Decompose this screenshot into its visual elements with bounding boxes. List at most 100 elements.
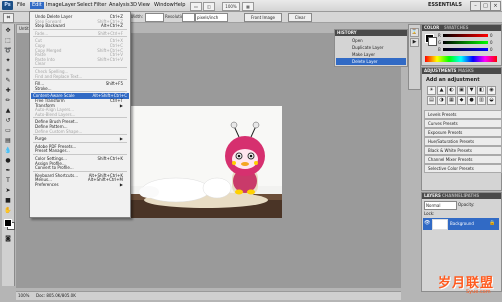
close-icon[interactable]: × xyxy=(490,1,501,11)
menu-view[interactable]: View xyxy=(138,2,150,9)
history-item[interactable]: Open xyxy=(336,37,406,43)
width-input[interactable] xyxy=(145,13,164,22)
adjustment-type-icon[interactable]: ▤ xyxy=(427,96,436,105)
adjustment-type-icon[interactable]: ▼ xyxy=(467,86,476,95)
adjustment-type-icon[interactable]: ◆ xyxy=(457,96,466,105)
eyedropper-tool-icon[interactable]: ✎ xyxy=(3,76,13,85)
adjustment-preset-item[interactable]: Levels Presets xyxy=(424,110,502,119)
menu-separator xyxy=(33,91,127,93)
masks-tab[interactable]: MASKS xyxy=(458,68,474,74)
menu-filter[interactable]: Filter xyxy=(94,2,106,9)
gradient-tool-icon[interactable]: ▤ xyxy=(3,136,13,145)
marquee-tool-icon[interactable]: ⬚ xyxy=(3,36,13,45)
blur-tool-icon[interactable]: 💧 xyxy=(3,146,13,155)
panel-dock-icons: ⌛ ▶ xyxy=(408,24,421,90)
adjustment-type-icon[interactable]: ◐ xyxy=(447,86,456,95)
screen-mode-button[interactable]: ▦ xyxy=(242,2,254,11)
lasso-tool-icon[interactable]: ➰ xyxy=(3,46,13,55)
magic-wand-tool-icon[interactable]: ✦ xyxy=(3,56,13,65)
menu-layer[interactable]: Layer xyxy=(62,2,76,9)
adjustment-preset-item[interactable]: Black & White Presets xyxy=(424,146,502,155)
move-tool-icon[interactable]: ✥ xyxy=(3,26,13,35)
layers-tab[interactable]: LAYERS xyxy=(424,193,441,199)
adjustment-type-icon[interactable]: ◑ xyxy=(437,96,446,105)
adjustments-tab[interactable]: ADJUSTMENTS xyxy=(424,68,456,74)
paths-tab[interactable]: PATHS xyxy=(465,193,479,199)
history-item[interactable]: Duplicate Layer xyxy=(336,44,406,50)
brush-tool-icon[interactable]: ✏ xyxy=(3,96,13,105)
adjustment-type-icon[interactable]: ◉ xyxy=(487,86,496,95)
front-image-button[interactable]: Front Image xyxy=(244,13,282,22)
workspace-switcher[interactable]: ESSENTIALS xyxy=(428,2,462,8)
history-tab[interactable]: HISTORY xyxy=(337,30,357,36)
menu-item-label: Preferences xyxy=(35,182,59,187)
history-icon[interactable]: ⌛ xyxy=(410,28,419,37)
adjustment-preset-item[interactable]: Exposure Presets xyxy=(424,128,502,137)
color-tab[interactable]: COLOR xyxy=(424,25,439,31)
resolution-unit-select[interactable]: pixels/inch xyxy=(195,13,228,22)
resolution-input[interactable] xyxy=(182,13,195,22)
adjustment-type-icon[interactable]: ▲ xyxy=(437,86,446,95)
status-zoom[interactable]: 100% xyxy=(18,292,29,300)
layer-name[interactable]: Background xyxy=(450,220,474,227)
adjustment-type-icon[interactable]: ▦ xyxy=(447,96,456,105)
green-slider[interactable] xyxy=(443,41,488,44)
layer-row-background[interactable]: 👁 Background 🔒 xyxy=(423,218,499,230)
eye-icon[interactable]: 👁 xyxy=(424,220,430,227)
lock-label: Lock: xyxy=(424,211,435,216)
adjustment-preset-item[interactable]: Hue/Saturation Presets xyxy=(424,137,502,146)
foreground-color-swatch[interactable] xyxy=(4,219,12,227)
crop-tool-icon[interactable]: ⌗ xyxy=(3,66,13,75)
shape-tool-icon[interactable]: ■ xyxy=(3,196,13,205)
adjustment-type-icon[interactable]: ◧ xyxy=(477,86,486,95)
adjustment-type-icon[interactable]: ☀ xyxy=(427,86,436,95)
healing-brush-tool-icon[interactable]: ✚ xyxy=(3,86,13,95)
channels-tab[interactable]: CHANNELS xyxy=(442,193,466,199)
blue-slider[interactable] xyxy=(443,48,488,51)
adjustment-type-icon[interactable]: ▣ xyxy=(457,86,466,95)
menu-image[interactable]: Image xyxy=(46,2,62,9)
adjustment-preset-item[interactable]: Channel Mixer Presets xyxy=(424,155,502,164)
view-extras-button[interactable]: ▭ xyxy=(190,2,202,11)
history-brush-tool-icon[interactable]: ↺ xyxy=(3,116,13,125)
menu-window[interactable]: Window xyxy=(154,2,174,9)
adjustment-preset-item[interactable]: Selective Color Presets xyxy=(424,164,502,173)
pen-tool-icon[interactable]: ✒ xyxy=(3,166,13,175)
arrange-docs-button[interactable]: ◫ xyxy=(203,2,215,11)
channel-g-value[interactable]: 0 xyxy=(490,40,493,45)
actions-icon[interactable]: ▶ xyxy=(410,38,419,47)
eraser-tool-icon[interactable]: ▭ xyxy=(3,126,13,135)
zoom-level-select[interactable]: 100% xyxy=(222,2,240,11)
history-item[interactable]: Make Layer xyxy=(336,51,406,57)
blend-mode-select[interactable]: Normal xyxy=(424,201,457,210)
adjustment-preset-item[interactable]: Curves Presets xyxy=(424,119,502,128)
clone-stamp-tool-icon[interactable]: ▲ xyxy=(3,106,13,115)
menu-help[interactable]: Help xyxy=(174,2,185,9)
menu-analysis[interactable]: Analysis xyxy=(109,2,130,9)
hand-tool-icon[interactable]: ✋ xyxy=(3,206,13,215)
menu-edit[interactable]: Edit xyxy=(30,2,44,9)
quick-mask-icon[interactable]: ◙ xyxy=(3,234,13,243)
red-slider[interactable] xyxy=(443,34,488,37)
bg-color-swatch[interactable] xyxy=(428,37,437,46)
menu-3d[interactable]: 3D xyxy=(130,2,137,9)
canvas-image[interactable] xyxy=(121,106,282,218)
channel-b-value[interactable]: 0 xyxy=(490,47,493,52)
crop-tool-icon[interactable]: ⌗ xyxy=(3,13,14,23)
channel-r-value[interactable]: 0 xyxy=(490,33,493,38)
color-ramp[interactable] xyxy=(425,56,497,62)
clear-button[interactable]: Clear xyxy=(288,13,312,22)
path-selection-tool-icon[interactable]: ➤ xyxy=(3,186,13,195)
status-doc-size: Doc: 805.0K/805.0K xyxy=(36,293,76,298)
dodge-tool-icon[interactable]: ● xyxy=(3,156,13,165)
type-tool-icon[interactable]: T xyxy=(3,176,13,185)
adjustment-type-icon[interactable]: ◒ xyxy=(487,96,496,105)
history-item-selected[interactable]: Delete Layer xyxy=(336,58,406,65)
adjustment-type-icon[interactable]: ● xyxy=(467,96,476,105)
edit-menu-item-preferences[interactable]: Preferences ▶ xyxy=(33,182,125,188)
menu-select[interactable]: Select xyxy=(77,2,92,9)
swatches-tab[interactable]: SWATCHES xyxy=(444,25,469,31)
width-label: Width: xyxy=(130,14,143,19)
menu-file[interactable]: File xyxy=(17,2,25,9)
adjustment-type-icon[interactable]: ▥ xyxy=(477,96,486,105)
